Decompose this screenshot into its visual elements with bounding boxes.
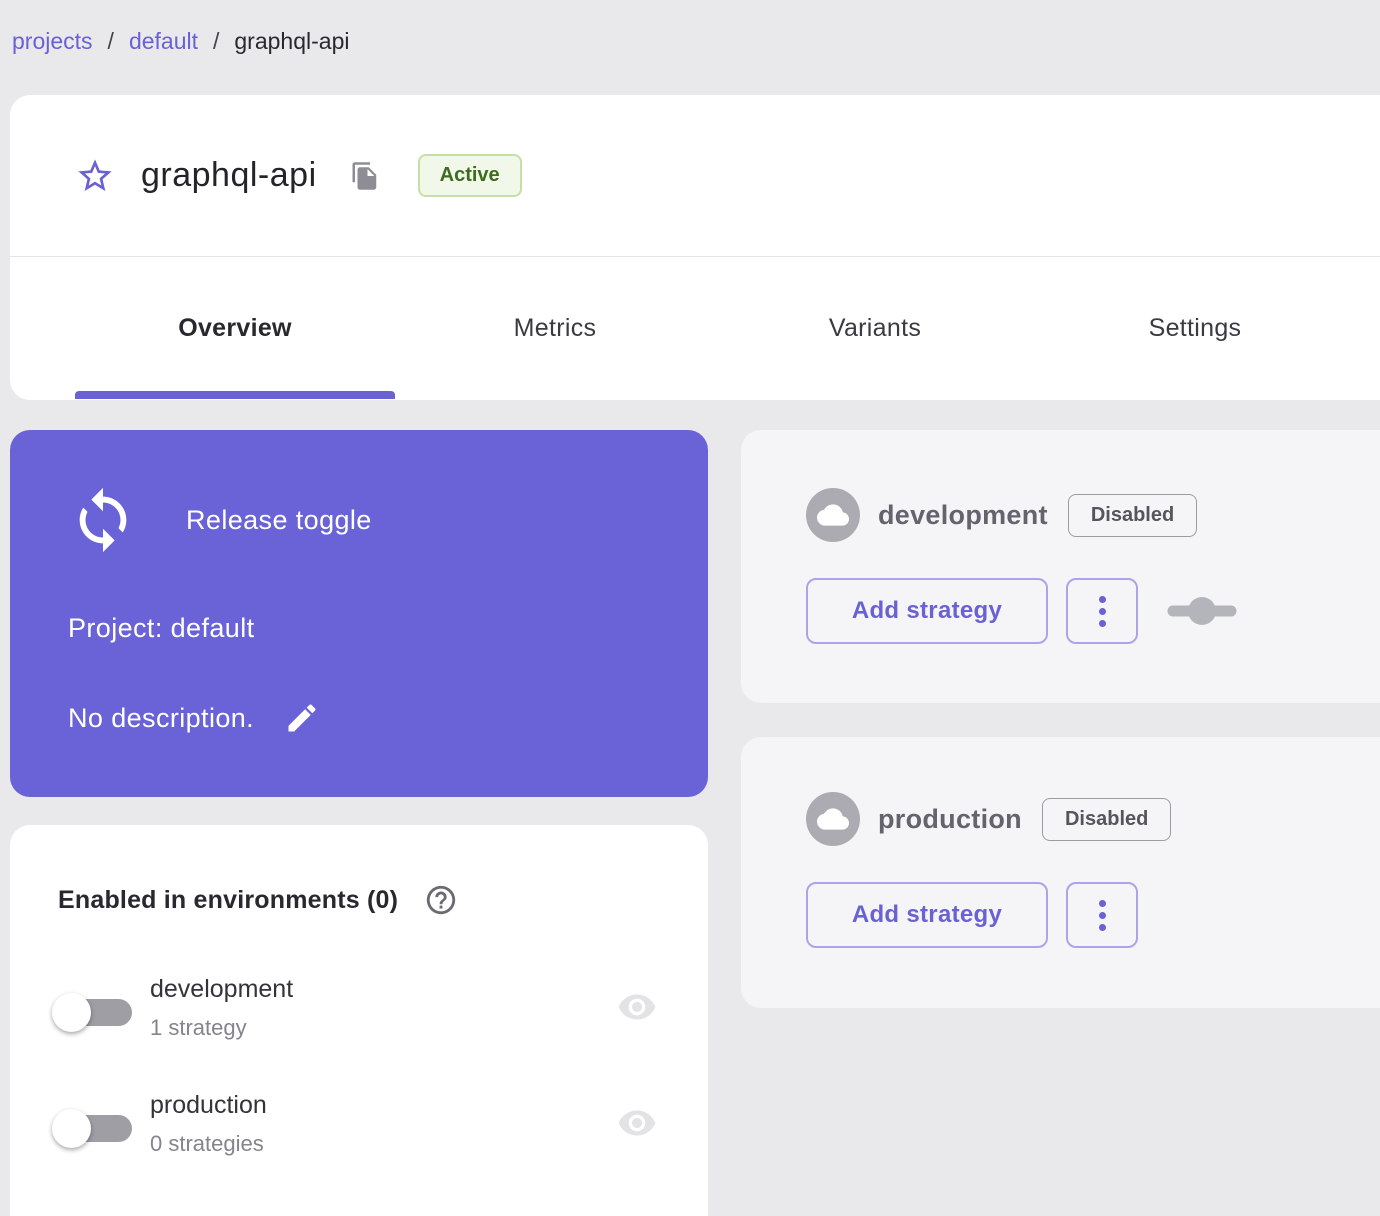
development-toggle[interactable] [50,987,134,1043]
feature-toggle-page: projects / default / graphql-api graphql… [0,0,1380,1216]
strategy-count: 1 strategy [150,1015,247,1040]
tab-bar: Overview Metrics Variants Settings [10,257,1380,399]
tab-label: Variants [828,313,922,342]
breadcrumb-current: graphql-api [234,28,350,54]
environment-card-production: production Disabled Add strategy [741,737,1380,1008]
toggle-info-card: Release toggle Project: default No descr… [10,430,708,797]
breadcrumb: projects / default / graphql-api [12,28,349,55]
breadcrumb-separator: / [213,28,220,54]
page-title: graphql-api [141,156,317,194]
tab-variants[interactable]: Variants [715,257,1035,399]
environment-status-badge: Disabled [1067,493,1198,537]
copy-name-icon[interactable] [350,161,380,191]
tab-label: Metrics [513,313,597,342]
toggle-knob [52,1109,91,1148]
environment-card-actions: Add strategy [806,882,1138,948]
tab-label: Overview [178,313,292,342]
environment-row-development: development 1 strategy [10,973,708,1057]
toggle-type-label: Release toggle [186,504,372,535]
environment-card-name: development [878,499,1048,530]
description-row: No description. [68,700,320,736]
environment-card-name: production [878,803,1022,834]
add-strategy-button[interactable]: Add strategy [806,578,1048,644]
cloud-icon [806,488,860,542]
edit-description-icon[interactable] [284,700,320,736]
environment-card-actions: Add strategy [806,578,1238,644]
add-strategy-button[interactable]: Add strategy [806,882,1048,948]
tab-settings[interactable]: Settings [1035,257,1355,399]
project-label: Project: default [68,613,255,643]
feature-header-row: graphql-api Active [10,95,1380,257]
environment-name: development [150,975,294,1003]
toggle-knob [52,993,91,1032]
feature-header-card: graphql-api Active Overview Metrics Vari… [10,95,1380,400]
status-badge: Active [417,154,522,197]
active-tab-indicator [75,391,395,399]
description-text: No description. [68,702,255,733]
environment-card-header: development Disabled [806,488,1198,542]
strategy-count: 0 strategies [150,1131,264,1156]
toggle-type-row: Release toggle [68,485,372,555]
environment-row-production: production 0 strategies [10,1089,708,1173]
enabled-environments-card: Enabled in environments (0) development … [10,825,708,1216]
enabled-environments-header: Enabled in environments (0) [58,883,458,917]
environment-card-header: production Disabled [806,792,1172,846]
tab-overview[interactable]: Overview [75,257,395,399]
breadcrumb-link-default[interactable]: default [129,28,198,55]
tab-label: Settings [1148,313,1242,342]
more-options-kebab-icon[interactable] [1066,578,1138,644]
release-toggle-loop-icon [68,485,138,555]
breadcrumb-separator: / [107,28,114,54]
cloud-icon [806,792,860,846]
rollout-slider-icon[interactable] [1166,596,1238,626]
visibility-eye-icon[interactable] [613,1103,661,1143]
enabled-environments-title: Enabled in environments (0) [58,885,399,914]
more-options-kebab-icon[interactable] [1066,882,1138,948]
production-toggle[interactable] [50,1103,134,1159]
tab-metrics[interactable]: Metrics [395,257,715,399]
visibility-eye-icon[interactable] [613,987,661,1027]
environment-name: production [150,1091,267,1119]
environment-card-development: development Disabled Add strategy [741,430,1380,703]
environment-status-badge: Disabled [1041,797,1172,841]
help-icon[interactable] [424,883,458,917]
favorite-star-icon[interactable] [75,156,115,196]
breadcrumb-link-projects[interactable]: projects [12,28,93,55]
